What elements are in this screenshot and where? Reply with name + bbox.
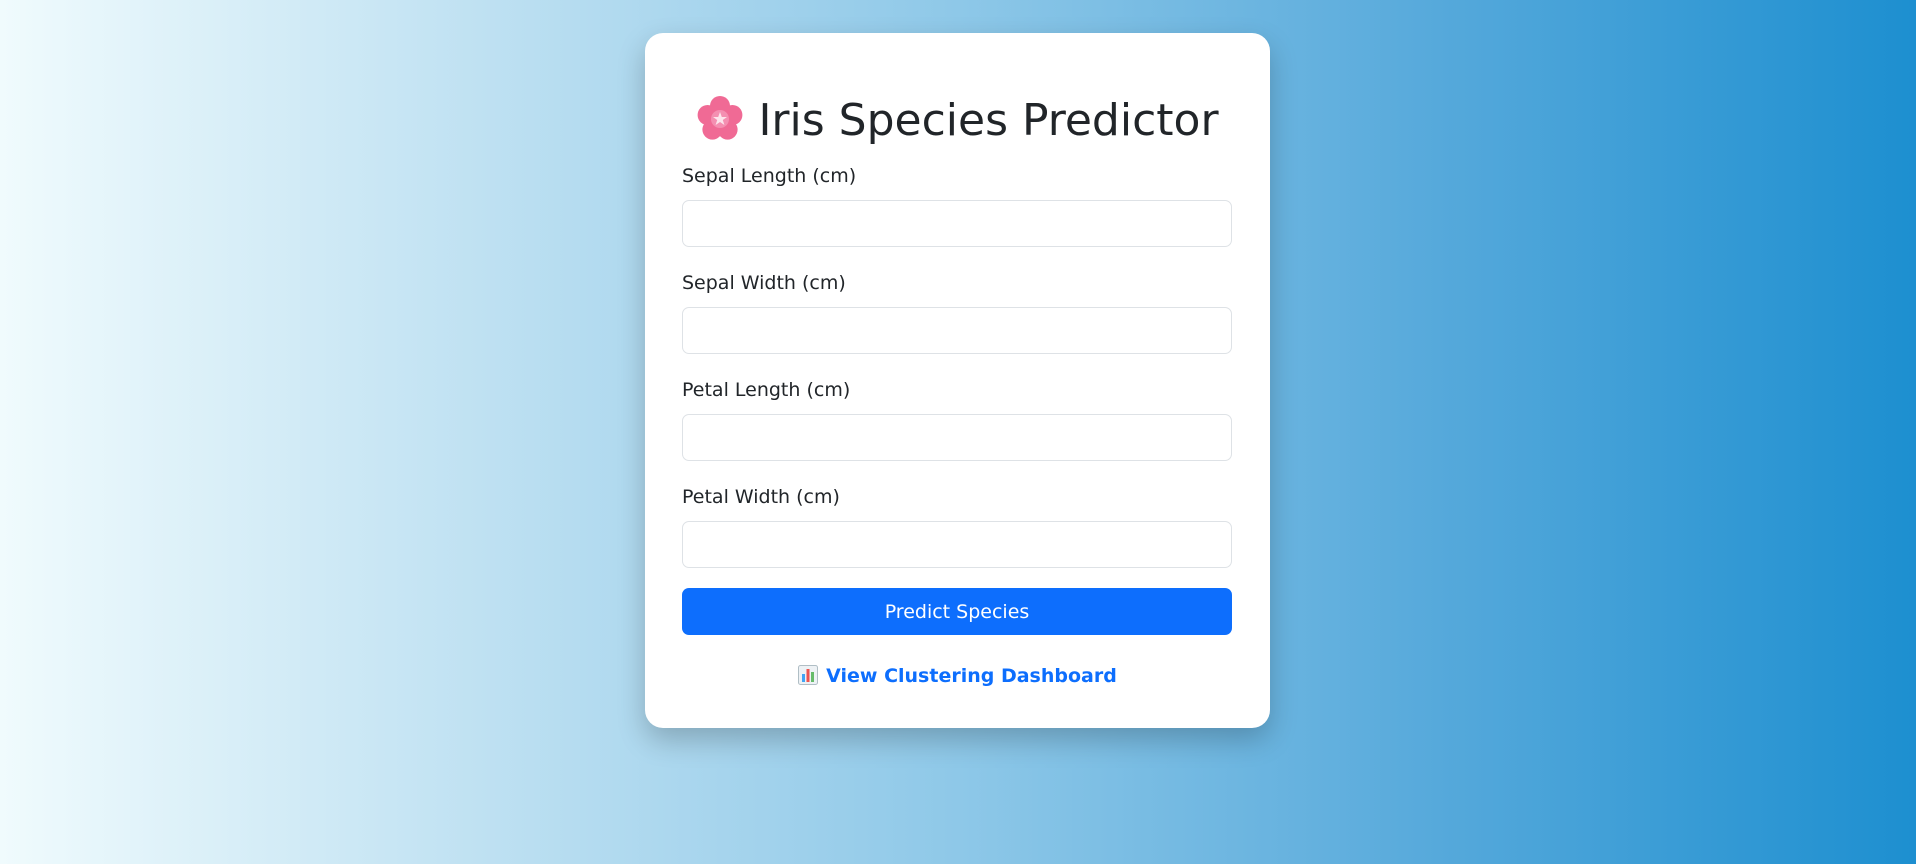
page-title-text: Iris Species Predictor [758, 95, 1219, 146]
predictor-card: Iris Species Predictor Sepal Length (cm)… [645, 33, 1270, 728]
cherry-blossom-icon [696, 95, 744, 151]
page-title: Iris Species Predictor [645, 95, 1270, 151]
petal-width-label: Petal Width (cm) [682, 486, 840, 508]
petal-length-input[interactable] [682, 414, 1232, 461]
view-clustering-dashboard-link[interactable]: View Clustering Dashboard [645, 665, 1270, 689]
bar-chart-icon [798, 665, 819, 689]
petal-width-input[interactable] [682, 521, 1232, 568]
sepal-length-label: Sepal Length (cm) [682, 165, 857, 187]
sepal-width-label: Sepal Width (cm) [682, 272, 846, 294]
sepal-length-input[interactable] [682, 200, 1232, 247]
sepal-width-input[interactable] [682, 307, 1232, 354]
petal-length-label: Petal Length (cm) [682, 379, 851, 401]
dashboard-link-label: View Clustering Dashboard [826, 665, 1117, 687]
predict-species-button[interactable]: Predict Species [682, 588, 1232, 635]
